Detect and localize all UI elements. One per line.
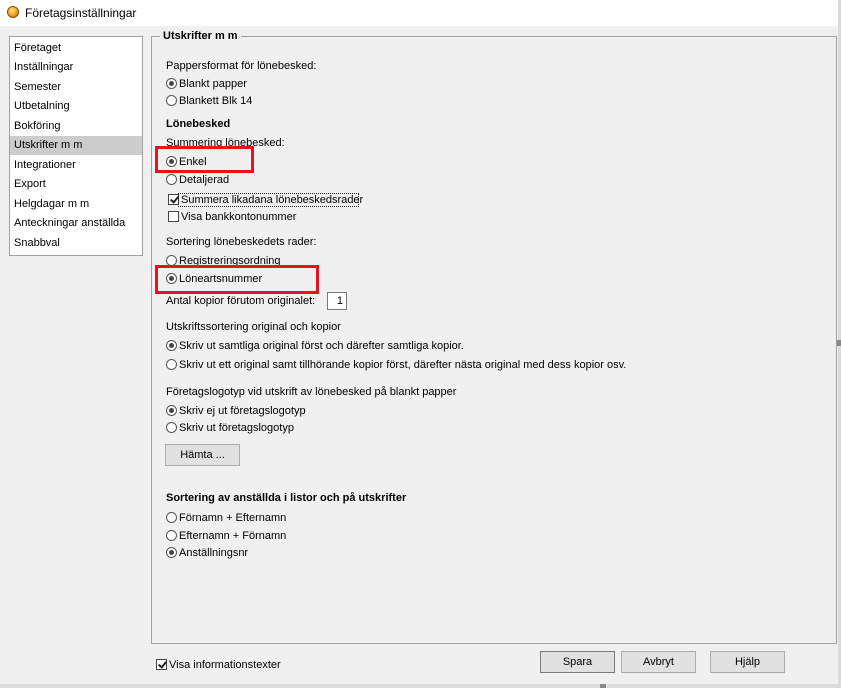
- nav-item-integrationer[interactable]: Integrationer: [10, 156, 142, 175]
- radio-print-all-originals-first-label[interactable]: Skriv ut samtliga original först och där…: [179, 340, 464, 352]
- nav-item-anteckningar[interactable]: Anteckningar anställda: [10, 214, 142, 233]
- nav-item-export[interactable]: Export: [10, 175, 142, 194]
- radio-blankett-blk14[interactable]: [166, 95, 177, 106]
- nav-item-snabbval[interactable]: Snabbval: [10, 234, 142, 253]
- radio-print-original-with-copies[interactable]: [166, 359, 177, 370]
- radio-efternamn-fornamn-label[interactable]: Efternamn + Förnamn: [179, 530, 286, 542]
- panel-title: Utskrifter m m: [160, 30, 241, 42]
- title-bar: Företagsinställningar: [0, 0, 841, 26]
- nav-item-helgdagar[interactable]: Helgdagar m m: [10, 195, 142, 214]
- radio-print-logo-label[interactable]: Skriv ut företagslogotyp: [179, 422, 294, 434]
- cancel-button[interactable]: Avbryt: [621, 651, 696, 673]
- employee-sort-heading: Sortering av anställda i listor och på u…: [166, 492, 407, 504]
- fetch-logo-button[interactable]: Hämta ...: [165, 444, 240, 466]
- checkbox-visa-bankkonto[interactable]: [168, 211, 179, 222]
- radio-detaljerad[interactable]: [166, 174, 177, 185]
- nav-item-installningar[interactable]: Inställningar: [10, 58, 142, 77]
- nav-item-utbetalning[interactable]: Utbetalning: [10, 97, 142, 116]
- paper-format-label: Pappersformat för lönebesked:: [166, 60, 317, 72]
- radio-anstallningsnr-label[interactable]: Anställningsnr: [179, 547, 248, 559]
- radio-blankt-papper-label[interactable]: Blankt papper: [179, 78, 247, 90]
- highlight-box-loneartsnummer: [155, 265, 319, 294]
- radio-efternamn-fornamn[interactable]: [166, 530, 177, 541]
- nav-item-bokforing[interactable]: Bokföring: [10, 117, 142, 136]
- highlight-box-enkel: [155, 146, 254, 173]
- window-title: Företagsinställningar: [25, 6, 137, 20]
- radio-fornamn-efternamn[interactable]: [166, 512, 177, 523]
- radio-print-all-originals-first[interactable]: [166, 340, 177, 351]
- radio-blankt-papper[interactable]: [166, 78, 177, 89]
- radio-blankett-blk14-label[interactable]: Blankett Blk 14: [179, 95, 252, 107]
- nav-item-utskrifter[interactable]: Utskrifter m m: [10, 136, 142, 155]
- sort-rows-label: Sortering lönebeskedets rader:: [166, 236, 317, 248]
- radio-no-logo[interactable]: [166, 405, 177, 416]
- radio-print-original-with-copies-label[interactable]: Skriv ut ett original samt tillhörande k…: [179, 359, 626, 371]
- window-edge-marker: [837, 340, 841, 346]
- radio-anstallningsnr[interactable]: [166, 547, 177, 558]
- window-edge-marker: [600, 684, 606, 688]
- help-button[interactable]: Hjälp: [710, 651, 785, 673]
- settings-nav-list: Företaget Inställningar Semester Utbetal…: [9, 36, 143, 256]
- radio-print-logo[interactable]: [166, 422, 177, 433]
- window-bottom-edge: [0, 684, 841, 688]
- checkbox-show-info[interactable]: [156, 659, 167, 670]
- radio-detaljerad-label[interactable]: Detaljerad: [179, 174, 229, 186]
- nav-item-foretaget[interactable]: Företaget: [10, 39, 142, 58]
- checkbox-show-info-label[interactable]: Visa informationstexter: [169, 659, 281, 671]
- logo-label: Företagslogotyp vid utskrift av lönebesk…: [166, 386, 457, 398]
- radio-no-logo-label[interactable]: Skriv ej ut företagslogotyp: [179, 405, 306, 417]
- checkbox-visa-bankkonto-label[interactable]: Visa bankkontonummer: [181, 211, 296, 223]
- checkbox-summera-likadana-label[interactable]: Summera likadana lönebeskedsrader: [181, 194, 363, 206]
- copies-input[interactable]: 1: [327, 292, 347, 310]
- print-sort-label: Utskriftssortering original och kopior: [166, 321, 341, 333]
- copies-label: Antal kopior förutom originalet:: [166, 295, 316, 307]
- radio-fornamn-efternamn-label[interactable]: Förnamn + Efternamn: [179, 512, 286, 524]
- nav-item-semester[interactable]: Semester: [10, 78, 142, 97]
- save-button[interactable]: Spara: [540, 651, 615, 673]
- app-icon: [7, 6, 19, 18]
- lonebesked-heading: Lönebesked: [166, 118, 231, 130]
